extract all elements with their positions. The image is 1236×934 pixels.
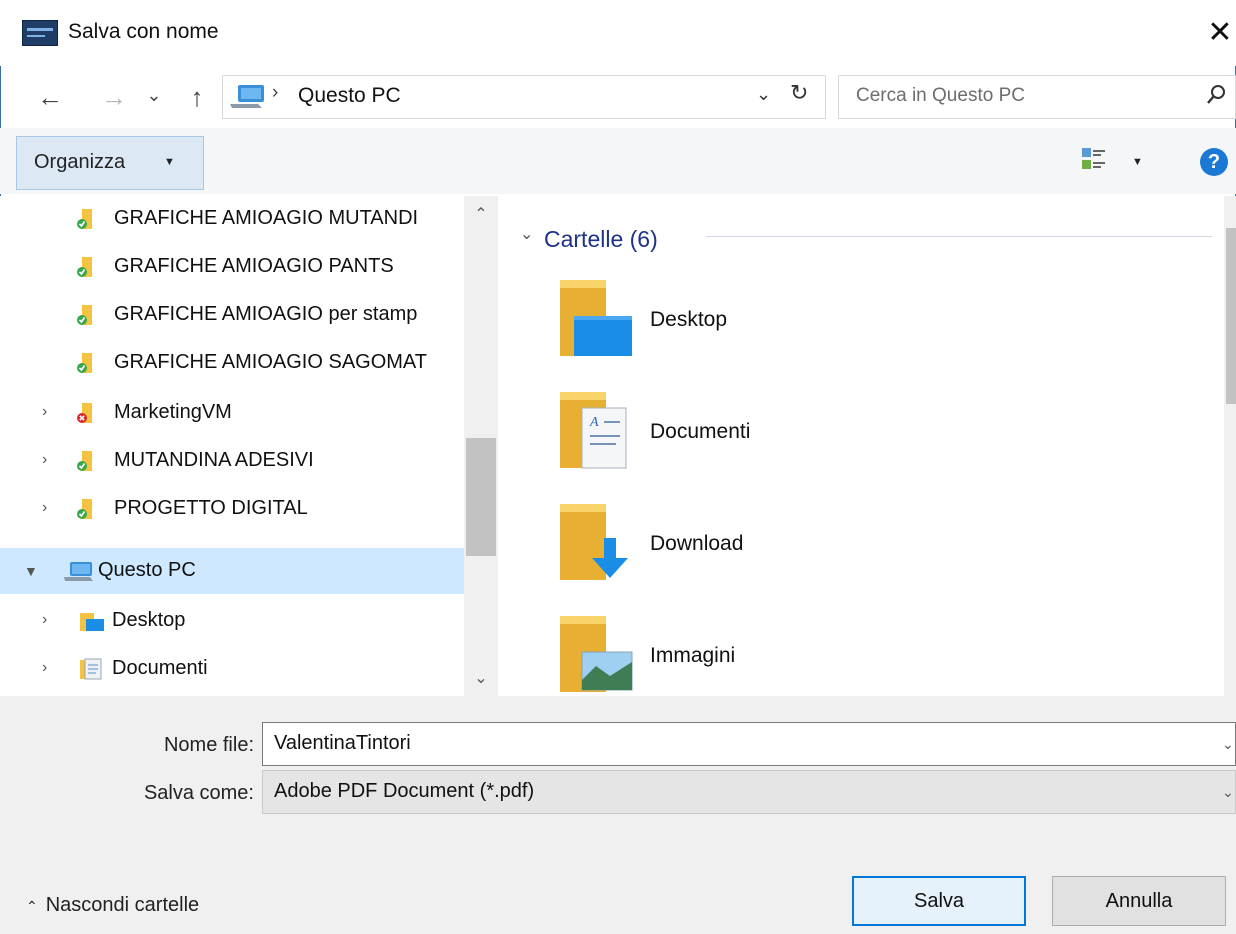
tree-item-label: MUTANDINA ADESIVI: [114, 449, 314, 471]
documents-folder-icon[interactable]: A: [556, 390, 634, 472]
group-collapse-icon[interactable]: ⌄: [520, 224, 533, 244]
tree-item[interactable]: › Documenti: [0, 646, 464, 692]
content-scrollbar-thumb[interactable]: [1226, 228, 1236, 404]
tree-item[interactable]: GRAFICHE AMIOAGIO per stamp: [0, 292, 464, 338]
breadcrumb-separator: ›: [272, 82, 279, 103]
folder-item-label[interactable]: Immagini: [650, 644, 735, 668]
navigation-scrollbar-thumb[interactable]: [466, 438, 496, 556]
breadcrumb-questo-pc[interactable]: Questo PC: [298, 84, 401, 108]
folder-synced-icon: [77, 257, 92, 277]
change-view-icon[interactable]: [1080, 146, 1108, 180]
chevron-down-icon[interactable]: ▼: [24, 563, 38, 579]
cancel-button[interactable]: Annulla: [1052, 876, 1226, 926]
pictures-folder-icon[interactable]: [556, 614, 634, 696]
folder-synced-icon: [77, 451, 92, 471]
folder-synced-icon: [77, 305, 92, 325]
tree-item-label: MarketingVM: [114, 401, 232, 423]
back-button[interactable]: ←: [30, 82, 70, 112]
computer-icon: [230, 85, 264, 108]
downloads-folder-icon[interactable]: [556, 502, 634, 584]
savetype-dropdown-icon[interactable]: ⌄: [1222, 784, 1234, 801]
savetype-value[interactable]: Adobe PDF Document (*.pdf): [274, 780, 534, 803]
folder-synced-icon: [77, 209, 92, 229]
chevron-up-icon: ⌃: [26, 898, 38, 914]
computer-icon: [64, 562, 93, 581]
navigation-pane: GRAFICHE AMIOAGIO MUTANDI GRAFICHE AMIOA…: [0, 196, 498, 696]
tree-item-label: GRAFICHE AMIOAGIO per stamp: [114, 303, 418, 325]
tree-item-label: PROGETTO DIGITAL: [114, 497, 308, 519]
chevron-right-icon[interactable]: ›: [42, 451, 47, 469]
documents-folder-icon: [80, 658, 102, 680]
filename-dropdown-icon[interactable]: ⌄: [1222, 736, 1234, 753]
tree-item[interactable]: › MarketingVM: [0, 390, 464, 436]
folder-synced-icon: [77, 353, 92, 373]
save-button[interactable]: Salva: [852, 876, 1026, 926]
svg-text:A: A: [589, 415, 599, 430]
scroll-up-icon[interactable]: ⌃: [466, 204, 496, 224]
filename-label: Nome file:: [163, 734, 254, 756]
address-dropdown-icon[interactable]: ⌄: [756, 84, 771, 105]
search-icon[interactable]: [1206, 84, 1226, 106]
tree-item-label: GRAFICHE AMIOAGIO PANTS: [114, 255, 394, 277]
tree-item[interactable]: GRAFICHE AMIOAGIO MUTANDI: [0, 196, 464, 242]
folder-item-label[interactable]: Desktop: [650, 308, 727, 332]
folder-item-label[interactable]: Documenti: [650, 420, 750, 444]
tree-item[interactable]: › PROGETTO DIGITAL: [0, 486, 464, 532]
tree-item[interactable]: GRAFICHE AMIOAGIO PANTS: [0, 244, 464, 290]
chevron-right-icon[interactable]: ›: [42, 611, 47, 629]
tree-item[interactable]: › Desktop: [0, 598, 464, 644]
hide-folders-label: Nascondi cartelle: [45, 894, 200, 916]
savetype-label: Salva come:: [143, 782, 254, 804]
close-button[interactable]: ✕: [1204, 14, 1236, 52]
help-icon[interactable]: ?: [1200, 148, 1228, 176]
folder-synced-icon: [77, 499, 92, 519]
tree-item-selected[interactable]: ▼ Questo PC: [0, 548, 464, 594]
tree-item-label: Desktop: [112, 609, 186, 631]
filename-value[interactable]: ValentinaTintori: [274, 732, 411, 755]
tree-item-label: GRAFICHE AMIOAGIO SAGOMAT: [114, 351, 427, 373]
chevron-right-icon[interactable]: ›: [42, 499, 47, 517]
hide-folders-button[interactable]: ⌃ Nascondi cartelle: [26, 894, 199, 917]
organize-label: Organizza: [34, 151, 126, 173]
chevron-right-icon[interactable]: ›: [42, 659, 47, 677]
search-placeholder: Cerca in Questo PC: [856, 85, 1025, 106]
organize-dropdown-icon: ▼: [164, 156, 175, 168]
up-button[interactable]: ↑: [180, 82, 214, 112]
forward-button[interactable]: →: [94, 82, 134, 112]
app-icon: [22, 20, 58, 46]
view-dropdown-icon[interactable]: ▼: [1132, 156, 1143, 168]
folder-error-icon: [77, 403, 92, 423]
dialog-title: Salva con nome: [68, 20, 219, 43]
scroll-down-icon[interactable]: ⌄: [466, 668, 496, 688]
group-header[interactable]: Cartelle (6): [544, 226, 658, 253]
tree-item-label: GRAFICHE AMIOAGIO MUTANDI: [114, 207, 419, 229]
desktop-folder-icon: [80, 613, 104, 631]
desktop-folder-icon[interactable]: [556, 278, 634, 360]
recent-locations-button[interactable]: ⌄: [142, 80, 166, 110]
refresh-icon[interactable]: ↻: [790, 80, 808, 106]
chevron-right-icon[interactable]: ›: [42, 403, 47, 421]
tree-item-label: Questo PC: [98, 559, 196, 581]
tree-item-label: Documenti: [112, 657, 208, 679]
folder-item-label[interactable]: Download: [650, 532, 743, 556]
group-divider: [706, 236, 1212, 237]
tree-item[interactable]: › MUTANDINA ADESIVI: [0, 438, 464, 484]
tree-item[interactable]: GRAFICHE AMIOAGIO SAGOMAT: [0, 340, 464, 386]
